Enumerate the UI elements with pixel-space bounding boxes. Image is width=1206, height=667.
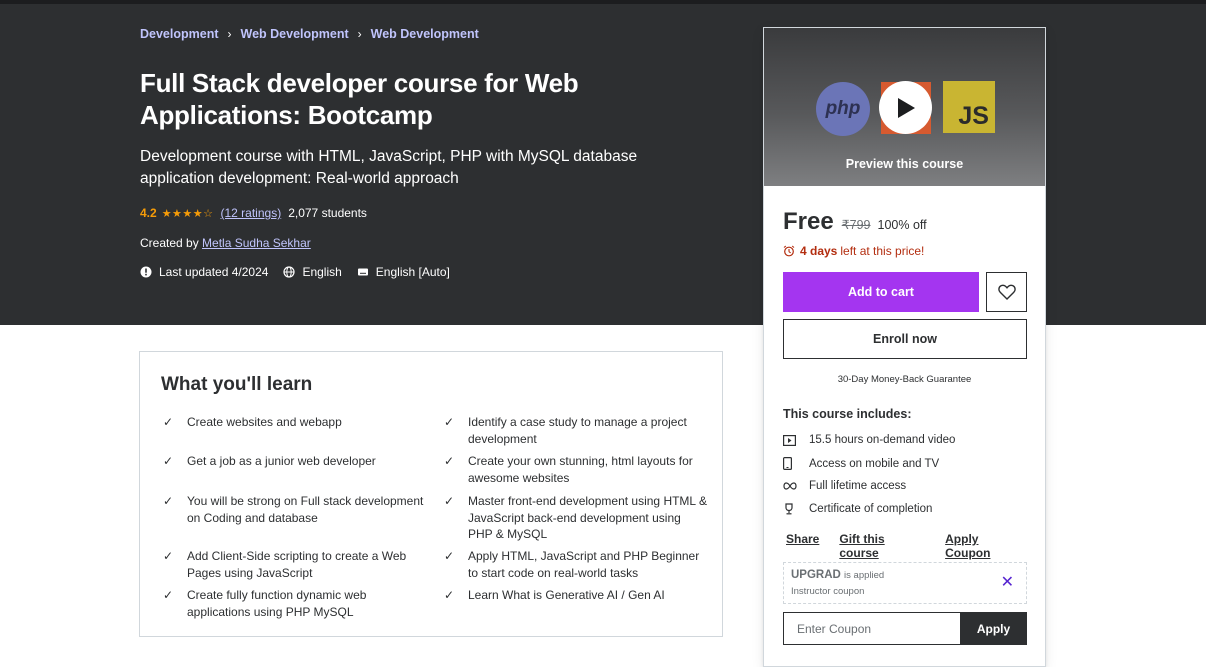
learn-item: ✓ Master front-end development using HTML…: [444, 494, 707, 541]
video-icon: [783, 434, 809, 446]
checkmark-icon: ✓: [163, 588, 174, 602]
learn-item: ✓ Identify a case study to manage a proje…: [444, 415, 687, 446]
learn-item: ✓ Create your own stunning, html layouts …: [444, 454, 693, 485]
preview-label: Preview this course: [845, 157, 964, 171]
last-updated: Last updated 4/2024: [140, 265, 268, 279]
captions: English [Auto]: [357, 265, 450, 279]
course-preview[interactable]: php JS Preview this course: [764, 28, 1045, 186]
checkmark-icon: ✓: [163, 415, 174, 429]
js-logo: JS: [943, 81, 995, 133]
play-icon: [897, 97, 915, 118]
course-subtitle: Development course with HTML, JavaScript…: [140, 148, 638, 187]
rating-row: 4.2 ★★★★☆ (12 ratings) 2,077 students: [140, 206, 367, 220]
coupon-code: UPGRAD is applied: [791, 569, 885, 581]
include-item: Certificate of completion: [783, 503, 932, 515]
coupon-type: Instructor coupon: [791, 586, 865, 597]
learn-item: ✓ Get a job as a junior web developer: [163, 454, 376, 468]
heart-icon: [997, 284, 1016, 300]
discount-percent: 100% off: [877, 218, 927, 232]
students-count: 2,077 students: [288, 206, 367, 220]
include-item: Access on mobile and TV: [783, 457, 939, 470]
days-left: 4 days: [800, 244, 838, 258]
learn-item: ✓ Create fully function dynamic web appli…: [163, 588, 367, 619]
alarm-clock-icon: [783, 245, 795, 257]
breadcrumb-item[interactable]: Development: [140, 27, 219, 41]
ratings-count-link[interactable]: (12 ratings): [221, 206, 282, 220]
created-by-label: Created by: [140, 236, 199, 250]
enroll-now-button[interactable]: Enroll now: [783, 319, 1027, 359]
chevron-right-icon: ›: [227, 27, 232, 41]
learn-item: ✓ Learn What is Generative AI / Gen AI: [444, 588, 665, 602]
checkmark-icon: ✓: [163, 454, 174, 468]
money-back-guarantee: 30-Day Money-Back Guarantee: [837, 374, 972, 385]
include-item: Full lifetime access: [783, 480, 906, 492]
wishlist-button[interactable]: [986, 272, 1027, 312]
add-to-cart-button[interactable]: Add to cart: [783, 272, 979, 312]
learn-item: ✓ Add Client-Side scripting to create a W…: [163, 549, 407, 580]
breadcrumb: Development › Web Development › Web Deve…: [140, 27, 479, 41]
checkmark-icon: ✓: [444, 494, 455, 508]
infinity-icon: [783, 482, 809, 490]
coupon-input[interactable]: [783, 612, 961, 645]
gift-course-button[interactable]: Gift this course: [839, 532, 925, 560]
share-button[interactable]: Share: [786, 532, 819, 560]
apply-coupon-button[interactable]: Apply: [960, 612, 1027, 645]
current-price: Free: [783, 208, 834, 235]
globe-icon: [283, 266, 296, 278]
star-rating-icon: ★★★★☆: [161, 207, 214, 220]
course-title: Full Stack developer course for Web Appl…: [140, 68, 579, 130]
checkmark-icon: ✓: [444, 454, 455, 468]
includes-heading: This course includes:: [783, 407, 912, 421]
closed-captions-icon: [357, 268, 368, 276]
include-item: 15.5 hours on-demand video: [783, 434, 955, 446]
purchase-sidebar: php JS Preview this course Free ₹799 100…: [763, 27, 1046, 667]
original-price: ₹799: [841, 218, 871, 232]
language: English: [283, 265, 342, 279]
learn-item: ✓ You will be strong on Full stack develo…: [163, 494, 424, 525]
chevron-right-icon: ›: [357, 27, 362, 41]
checkmark-icon: ✓: [163, 549, 174, 563]
alert-badge-icon: [140, 266, 152, 278]
mobile-icon: [783, 457, 809, 470]
course-meta: Last updated 4/2024 English English [Aut…: [140, 265, 465, 279]
applied-coupon: UPGRAD is applied Instructor coupon ✕: [783, 562, 1027, 604]
instructor-link[interactable]: Metla Sudha Sekhar: [202, 236, 311, 250]
created-by: Created by Metla Sudha Sekhar: [140, 236, 311, 250]
remove-coupon-icon[interactable]: ✕: [1001, 572, 1014, 592]
learn-item: ✓ Apply HTML, JavaScript and PHP Beginner…: [444, 549, 700, 580]
php-logo: php: [816, 82, 870, 136]
learn-heading: What you'll learn: [161, 374, 313, 395]
checkmark-icon: ✓: [163, 494, 174, 508]
price-row: Free ₹799 100% off: [783, 208, 927, 236]
coupon-applied-text: is applied: [844, 570, 885, 581]
checkmark-icon: ✓: [444, 415, 455, 429]
checkmark-icon: ✓: [444, 588, 455, 602]
play-button[interactable]: [879, 81, 932, 134]
breadcrumb-item[interactable]: Web Development: [241, 27, 349, 41]
checkmark-icon: ✓: [444, 549, 455, 563]
sidebar-links: Share Gift this course Apply Coupon: [786, 532, 1045, 560]
rating-value: 4.2: [140, 206, 157, 220]
what-you-will-learn: What you'll learn ✓ Create websites and w…: [139, 351, 723, 637]
timer-text: left at this price!: [840, 244, 925, 258]
trophy-icon: [783, 503, 809, 515]
breadcrumb-item[interactable]: Web Development: [371, 27, 479, 41]
learn-item: ✓ Create websites and webapp: [163, 415, 342, 429]
apply-coupon-link[interactable]: Apply Coupon: [945, 532, 1025, 560]
price-timer: 4 days left at this price!: [783, 244, 924, 258]
